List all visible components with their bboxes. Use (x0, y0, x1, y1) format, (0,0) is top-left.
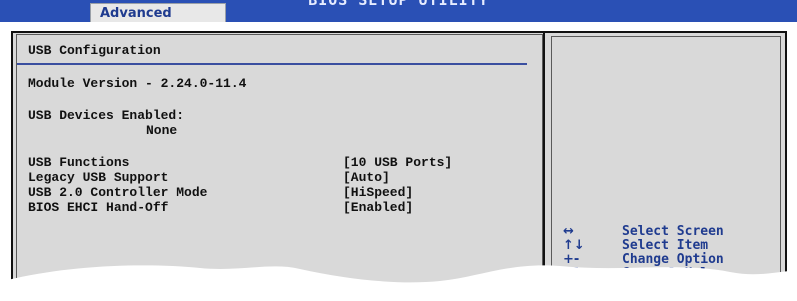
torn-edge-mask (0, 265, 797, 301)
